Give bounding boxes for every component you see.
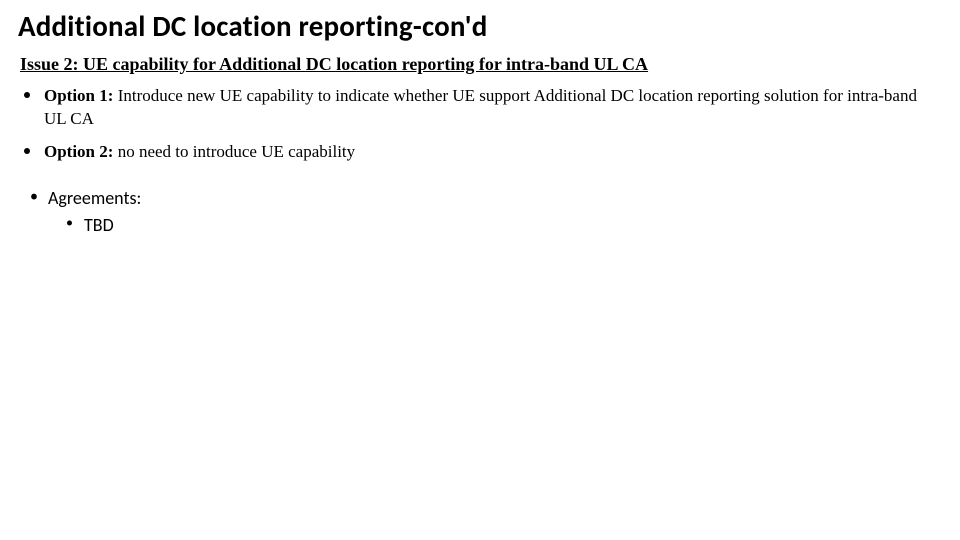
option-text: no need to introduce UE capability [113,142,355,161]
agreements-sublist: TBD [48,213,942,238]
option-label: Option 2: [44,142,113,161]
option-label: Option 1: [44,86,113,105]
option-text: Introduce new UE capability to indicate … [44,86,917,128]
agreement-item: TBD [84,214,114,236]
agreements-heading-item: Agreements: TBD [18,186,942,238]
options-list: Option 1: Introduce new UE capability to… [18,85,942,174]
list-item: Option 1: Introduce new UE capability to… [18,85,942,141]
page-title: Additional DC location reporting-con'd [18,8,942,44]
agreements-list: Agreements: TBD [18,186,942,238]
list-item: TBD [48,213,942,238]
slide: Additional DC location reporting-con'd I… [0,0,960,540]
issue-heading: Issue 2: UE capability for Additional DC… [20,54,942,75]
agreements-heading: Agreements: [48,187,141,209]
list-item: Option 2: no need to introduce UE capabi… [18,141,942,174]
